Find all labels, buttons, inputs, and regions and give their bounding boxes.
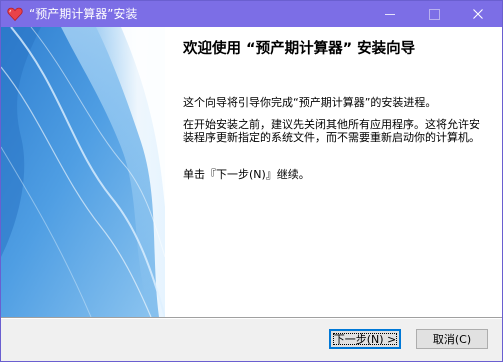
welcome-panel: 欢迎使用 “预产期计算器” 安装向导 这个向导将引导你完成“预产期计算器”的安装…: [165, 27, 502, 317]
title-bar[interactable]: “预产期计算器”安装: [1, 1, 502, 27]
cancel-button-label: 取消(C): [432, 333, 472, 346]
intro-text: 这个向导将引导你完成“预产期计算器”的安装进程。: [183, 96, 437, 109]
banner-graphic: [1, 27, 165, 317]
page-title: 欢迎使用 “预产期计算器” 安装向导: [183, 41, 416, 57]
next-button[interactable]: 下一步(N) >: [329, 329, 401, 349]
close-button[interactable]: [456, 1, 500, 27]
close-icon: [473, 9, 483, 19]
next-button-label: 下一步(N) >: [333, 333, 397, 346]
maximize-button[interactable]: [412, 1, 456, 27]
continue-text: 单击『下一步(N)』继续。: [183, 168, 310, 181]
close-apps-text: 在开始安装之前，建议先关闭其他所有应用程序。这将允许安装程序更新指定的系统文件，…: [183, 118, 480, 144]
window-title: “预产期计算器”安装: [29, 7, 138, 21]
minimize-button[interactable]: [368, 1, 412, 27]
minimize-icon: [385, 13, 395, 15]
maximize-icon: [428, 8, 440, 20]
installer-window: “预产期计算器”安装 欢迎使用 “预产期计算器” 安装向导 这个向导将引导你完成…: [0, 0, 503, 362]
wizard-banner-image: [1, 27, 165, 317]
heart-icon: [7, 7, 23, 22]
divider-highlight: [1, 318, 502, 319]
cancel-button[interactable]: 取消(C): [416, 329, 488, 349]
